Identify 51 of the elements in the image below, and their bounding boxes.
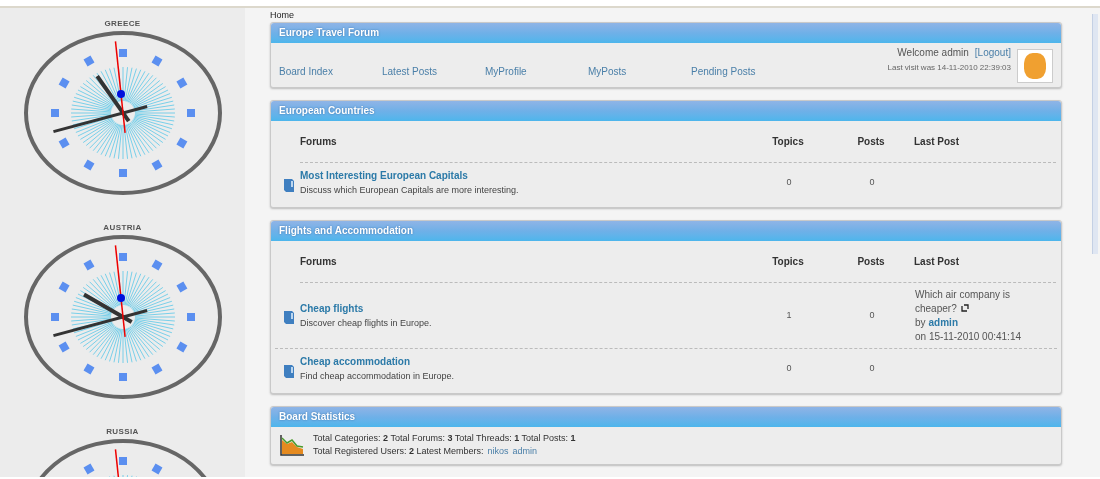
post-date: on 15-11-2010 00:41:14: [915, 329, 1022, 344]
forum-description: Discover cheap flights in Europe.: [300, 316, 433, 330]
nav-link[interactable]: MyPosts: [588, 64, 691, 79]
scrollbar[interactable]: [1092, 14, 1098, 254]
nav-link[interactable]: MyProfile: [485, 64, 588, 79]
chart-icon: [279, 434, 305, 456]
member-link[interactable]: admin: [512, 445, 538, 458]
member-link[interactable]: nikos: [487, 445, 509, 458]
panel-title: Board Statistics: [271, 407, 1061, 427]
column-header: Last Post: [914, 255, 960, 269]
clock-label: AUSTRIA: [103, 222, 142, 234]
topic-count: 1: [785, 308, 793, 322]
breadcrumb[interactable]: Home: [270, 8, 1062, 22]
column-header: Topics: [771, 135, 805, 149]
logout-link[interactable]: [Logout]: [974, 45, 1011, 60]
topic-count: 0: [785, 362, 793, 376]
clock-label: GREECE: [104, 18, 141, 30]
book-icon: [282, 363, 295, 379]
avatar-image: [1017, 49, 1053, 83]
clock-label: RUSSIA: [106, 426, 139, 438]
statistics-text: Total Registered Users: 2 Latest Members:: [313, 445, 484, 458]
forum-description: Find cheap accommodation in Europe.: [300, 370, 456, 384]
external-link-icon[interactable]: [960, 303, 969, 312]
column-header: Forums: [300, 135, 338, 149]
post-count: 0: [868, 362, 876, 376]
panel-title: Europe Travel Forum: [271, 23, 1061, 43]
post-count: 0: [868, 176, 876, 190]
forum-description: Discuss which European Capitals are more interesting.: [300, 184, 520, 198]
post-count: 0: [868, 308, 876, 322]
column-header: Last Post: [914, 135, 960, 149]
panel-title: European Countries: [271, 101, 1061, 121]
nav-link[interactable]: Board Index: [279, 64, 382, 79]
forum-link[interactable]: Cheap accommodation: [300, 354, 749, 370]
forum-link[interactable]: Cheap flights: [300, 300, 749, 316]
nav-link[interactable]: Latest Posts: [382, 64, 485, 79]
last-visit-text: Last visit was 14-11-2010 22:39:03: [887, 62, 1011, 74]
author-link[interactable]: admin: [928, 315, 958, 330]
welcome-text: Welcome admin: [897, 46, 969, 60]
by-label: by: [915, 315, 926, 330]
last-post-link[interactable]: Which air company is cheaper?: [915, 287, 1035, 316]
column-header: Forums: [300, 255, 338, 269]
panel-title: Flights and Accommodation: [271, 221, 1061, 241]
book-icon: [282, 177, 295, 193]
forum-link[interactable]: Most Interesting European Capitals: [300, 168, 749, 184]
statistics-text: Total Categories: 2 Total Forums: 3 Total Threads: 1 Total Posts: 1: [313, 432, 576, 445]
topic-count: 0: [785, 176, 793, 190]
column-header: Posts: [856, 255, 886, 269]
column-header: Topics: [771, 255, 805, 269]
column-header: Posts: [856, 135, 886, 149]
nav-link[interactable]: Pending Posts: [691, 64, 794, 79]
book-icon: [282, 310, 295, 325]
